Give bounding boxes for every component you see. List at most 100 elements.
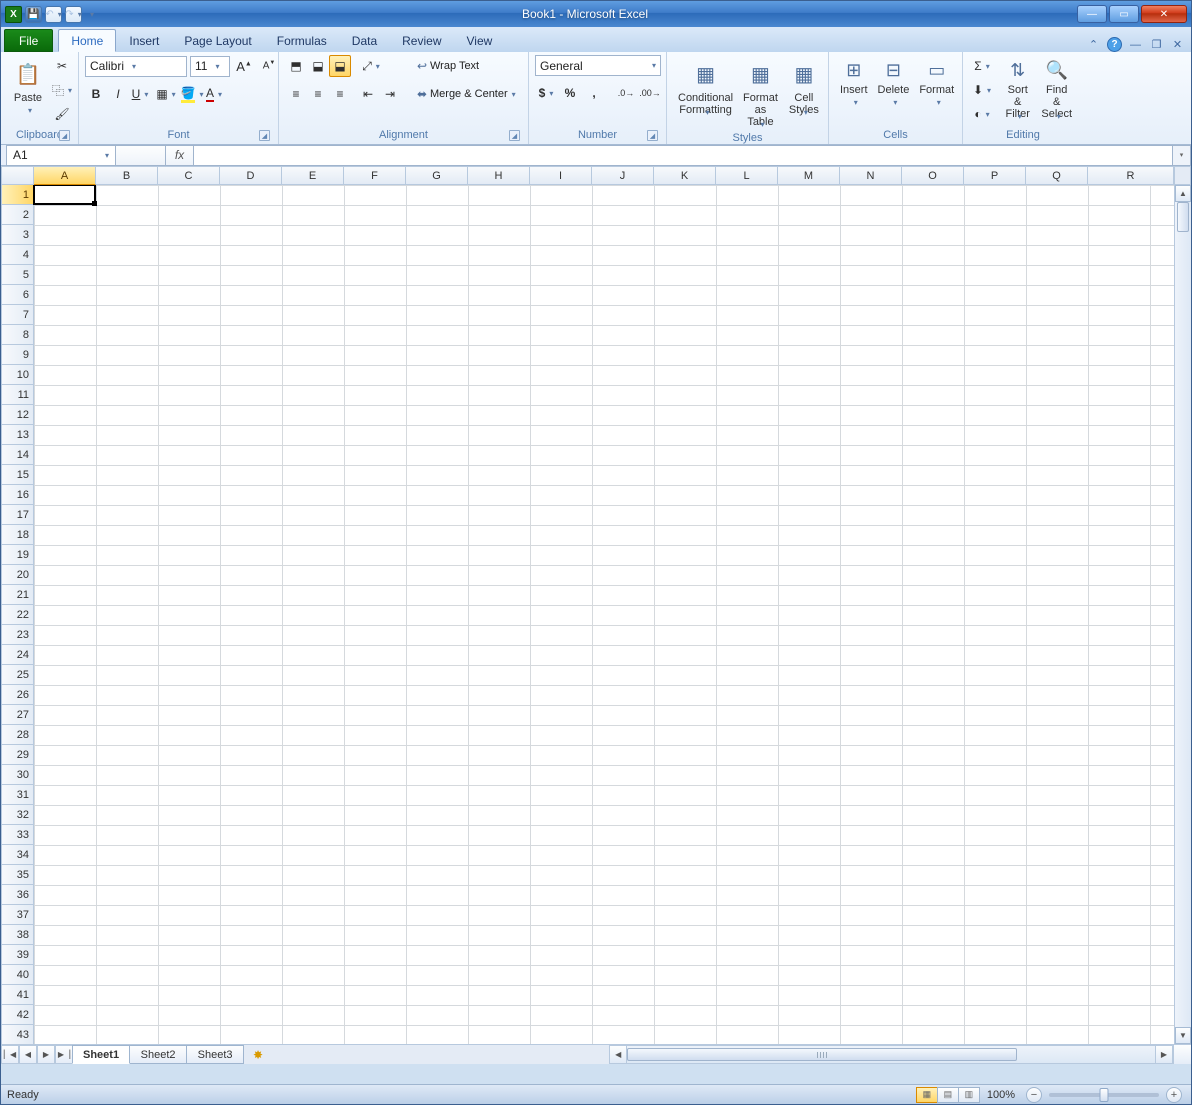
column-header-O[interactable]: O xyxy=(902,166,964,185)
column-header-H[interactable]: H xyxy=(468,166,530,185)
decrease-indent-button[interactable]: ⇤ xyxy=(357,83,379,105)
paste-button[interactable]: 📋 Paste ▾ xyxy=(7,55,49,118)
increase-indent-button[interactable]: ⇥ xyxy=(379,83,401,105)
column-header-B[interactable]: B xyxy=(96,166,158,185)
row-header-8[interactable]: 8 xyxy=(1,325,34,345)
next-sheet-button[interactable]: ▶ xyxy=(37,1045,55,1064)
help-button[interactable]: ? xyxy=(1107,37,1122,52)
mdi-restore-button[interactable]: ❐ xyxy=(1149,37,1164,52)
row-header-32[interactable]: 32 xyxy=(1,805,34,825)
minimize-button[interactable]: — xyxy=(1077,5,1107,23)
maximize-button[interactable]: ▭ xyxy=(1109,5,1139,23)
zoom-out-button[interactable]: − xyxy=(1026,1087,1042,1103)
horizontal-scrollbar[interactable]: ◀ ▶ xyxy=(609,1045,1173,1064)
tab-page-layout[interactable]: Page Layout xyxy=(172,29,263,52)
tab-view[interactable]: View xyxy=(455,29,505,52)
row-header-38[interactable]: 38 xyxy=(1,925,34,945)
column-header-M[interactable]: M xyxy=(778,166,840,185)
row-header-14[interactable]: 14 xyxy=(1,445,34,465)
row-header-16[interactable]: 16 xyxy=(1,485,34,505)
percent-format-button[interactable]: % xyxy=(559,82,581,104)
formula-input[interactable] xyxy=(194,145,1173,166)
zoom-in-button[interactable]: + xyxy=(1166,1087,1182,1103)
wrap-text-button[interactable]: ↩Wrap Text xyxy=(409,55,522,77)
alignment-dialog-launcher[interactable]: ◢ xyxy=(509,130,520,141)
column-header-D[interactable]: D xyxy=(220,166,282,185)
row-header-39[interactable]: 39 xyxy=(1,945,34,965)
qat-customize-button[interactable]: ▾ xyxy=(85,6,95,23)
row-header-15[interactable]: 15 xyxy=(1,465,34,485)
sheet-tab-sheet3[interactable]: Sheet3 xyxy=(186,1045,244,1064)
row-header-17[interactable]: 17 xyxy=(1,505,34,525)
column-header-G[interactable]: G xyxy=(406,166,468,185)
row-header-30[interactable]: 30 xyxy=(1,765,34,785)
sheet-tab-sheet2[interactable]: Sheet2 xyxy=(129,1045,187,1064)
selected-cell[interactable] xyxy=(33,185,96,205)
row-header-7[interactable]: 7 xyxy=(1,305,34,325)
row-header-35[interactable]: 35 xyxy=(1,865,34,885)
row-header-40[interactable]: 40 xyxy=(1,965,34,985)
row-header-18[interactable]: 18 xyxy=(1,525,34,545)
row-header-21[interactable]: 21 xyxy=(1,585,34,605)
align-middle-button[interactable]: ⬓ xyxy=(307,55,329,77)
row-header-31[interactable]: 31 xyxy=(1,785,34,805)
column-header-R[interactable]: R xyxy=(1088,166,1174,185)
number-format-combo[interactable]: General▾ xyxy=(535,55,661,76)
align-bottom-button[interactable]: ⬓ xyxy=(329,55,351,77)
row-header-12[interactable]: 12 xyxy=(1,405,34,425)
cut-button[interactable]: ✂ xyxy=(51,55,73,77)
row-header-42[interactable]: 42 xyxy=(1,1005,34,1025)
mdi-minimize-button[interactable]: — xyxy=(1128,37,1143,52)
row-header-36[interactable]: 36 xyxy=(1,885,34,905)
column-header-K[interactable]: K xyxy=(654,166,716,185)
column-header-F[interactable]: F xyxy=(344,166,406,185)
column-header-N[interactable]: N xyxy=(840,166,902,185)
scroll-right-button[interactable]: ▶ xyxy=(1155,1046,1172,1063)
zoom-slider[interactable] xyxy=(1049,1093,1159,1097)
close-button[interactable]: ✕ xyxy=(1141,5,1187,23)
insert-function-button[interactable]: fx xyxy=(166,145,194,166)
font-color-button[interactable]: A▾ xyxy=(203,83,225,105)
font-dialog-launcher[interactable]: ◢ xyxy=(259,130,270,141)
sort-filter-button[interactable]: ⇅Sort & Filter▾ xyxy=(999,55,1036,124)
column-header-I[interactable]: I xyxy=(530,166,592,185)
minimize-ribbon-button[interactable]: ⌃ xyxy=(1086,37,1101,52)
file-tab[interactable]: File xyxy=(4,29,53,52)
scroll-left-button[interactable]: ◀ xyxy=(610,1046,627,1063)
align-right-button[interactable]: ≡ xyxy=(329,83,351,105)
number-dialog-launcher[interactable]: ◢ xyxy=(647,130,658,141)
align-left-button[interactable]: ≡ xyxy=(285,83,307,105)
scroll-up-button[interactable]: ▲ xyxy=(1175,185,1191,202)
row-header-27[interactable]: 27 xyxy=(1,705,34,725)
tab-home[interactable]: Home xyxy=(58,29,116,52)
tab-insert[interactable]: Insert xyxy=(117,29,171,52)
row-header-6[interactable]: 6 xyxy=(1,285,34,305)
row-header-20[interactable]: 20 xyxy=(1,565,34,585)
row-header-5[interactable]: 5 xyxy=(1,265,34,285)
row-header-3[interactable]: 3 xyxy=(1,225,34,245)
vertical-scrollbar[interactable]: ▲ ▼ xyxy=(1174,185,1191,1044)
scroll-down-button[interactable]: ▼ xyxy=(1175,1027,1191,1044)
fill-color-button[interactable]: 🪣▾ xyxy=(181,83,203,105)
cells-area[interactable] xyxy=(34,185,1174,1044)
last-sheet-button[interactable]: ▶▕ xyxy=(55,1045,73,1064)
row-header-10[interactable]: 10 xyxy=(1,365,34,385)
hscroll-thumb[interactable] xyxy=(627,1048,1017,1061)
column-header-E[interactable]: E xyxy=(282,166,344,185)
page-break-view-button[interactable]: ▥ xyxy=(958,1087,980,1103)
decrease-font-button[interactable]: A▼ xyxy=(258,55,280,77)
font-size-combo[interactable]: 11▾ xyxy=(190,56,230,77)
row-header-9[interactable]: 9 xyxy=(1,345,34,365)
row-header-4[interactable]: 4 xyxy=(1,245,34,265)
comma-format-button[interactable]: , xyxy=(583,82,605,104)
column-header-L[interactable]: L xyxy=(716,166,778,185)
page-layout-view-button[interactable]: ▤ xyxy=(937,1087,959,1103)
column-header-Q[interactable]: Q xyxy=(1026,166,1088,185)
clipboard-dialog-launcher[interactable]: ◢ xyxy=(59,130,70,141)
normal-view-button[interactable]: ▦ xyxy=(916,1087,938,1103)
conditional-formatting-button[interactable]: ▦Conditional Formatting▾ xyxy=(673,55,738,120)
sheet-tab-sheet1[interactable]: Sheet1 xyxy=(72,1045,130,1064)
column-header-C[interactable]: C xyxy=(158,166,220,185)
cell-styles-button[interactable]: ▦Cell Styles▾ xyxy=(783,55,825,120)
align-center-button[interactable]: ≡ xyxy=(307,83,329,105)
